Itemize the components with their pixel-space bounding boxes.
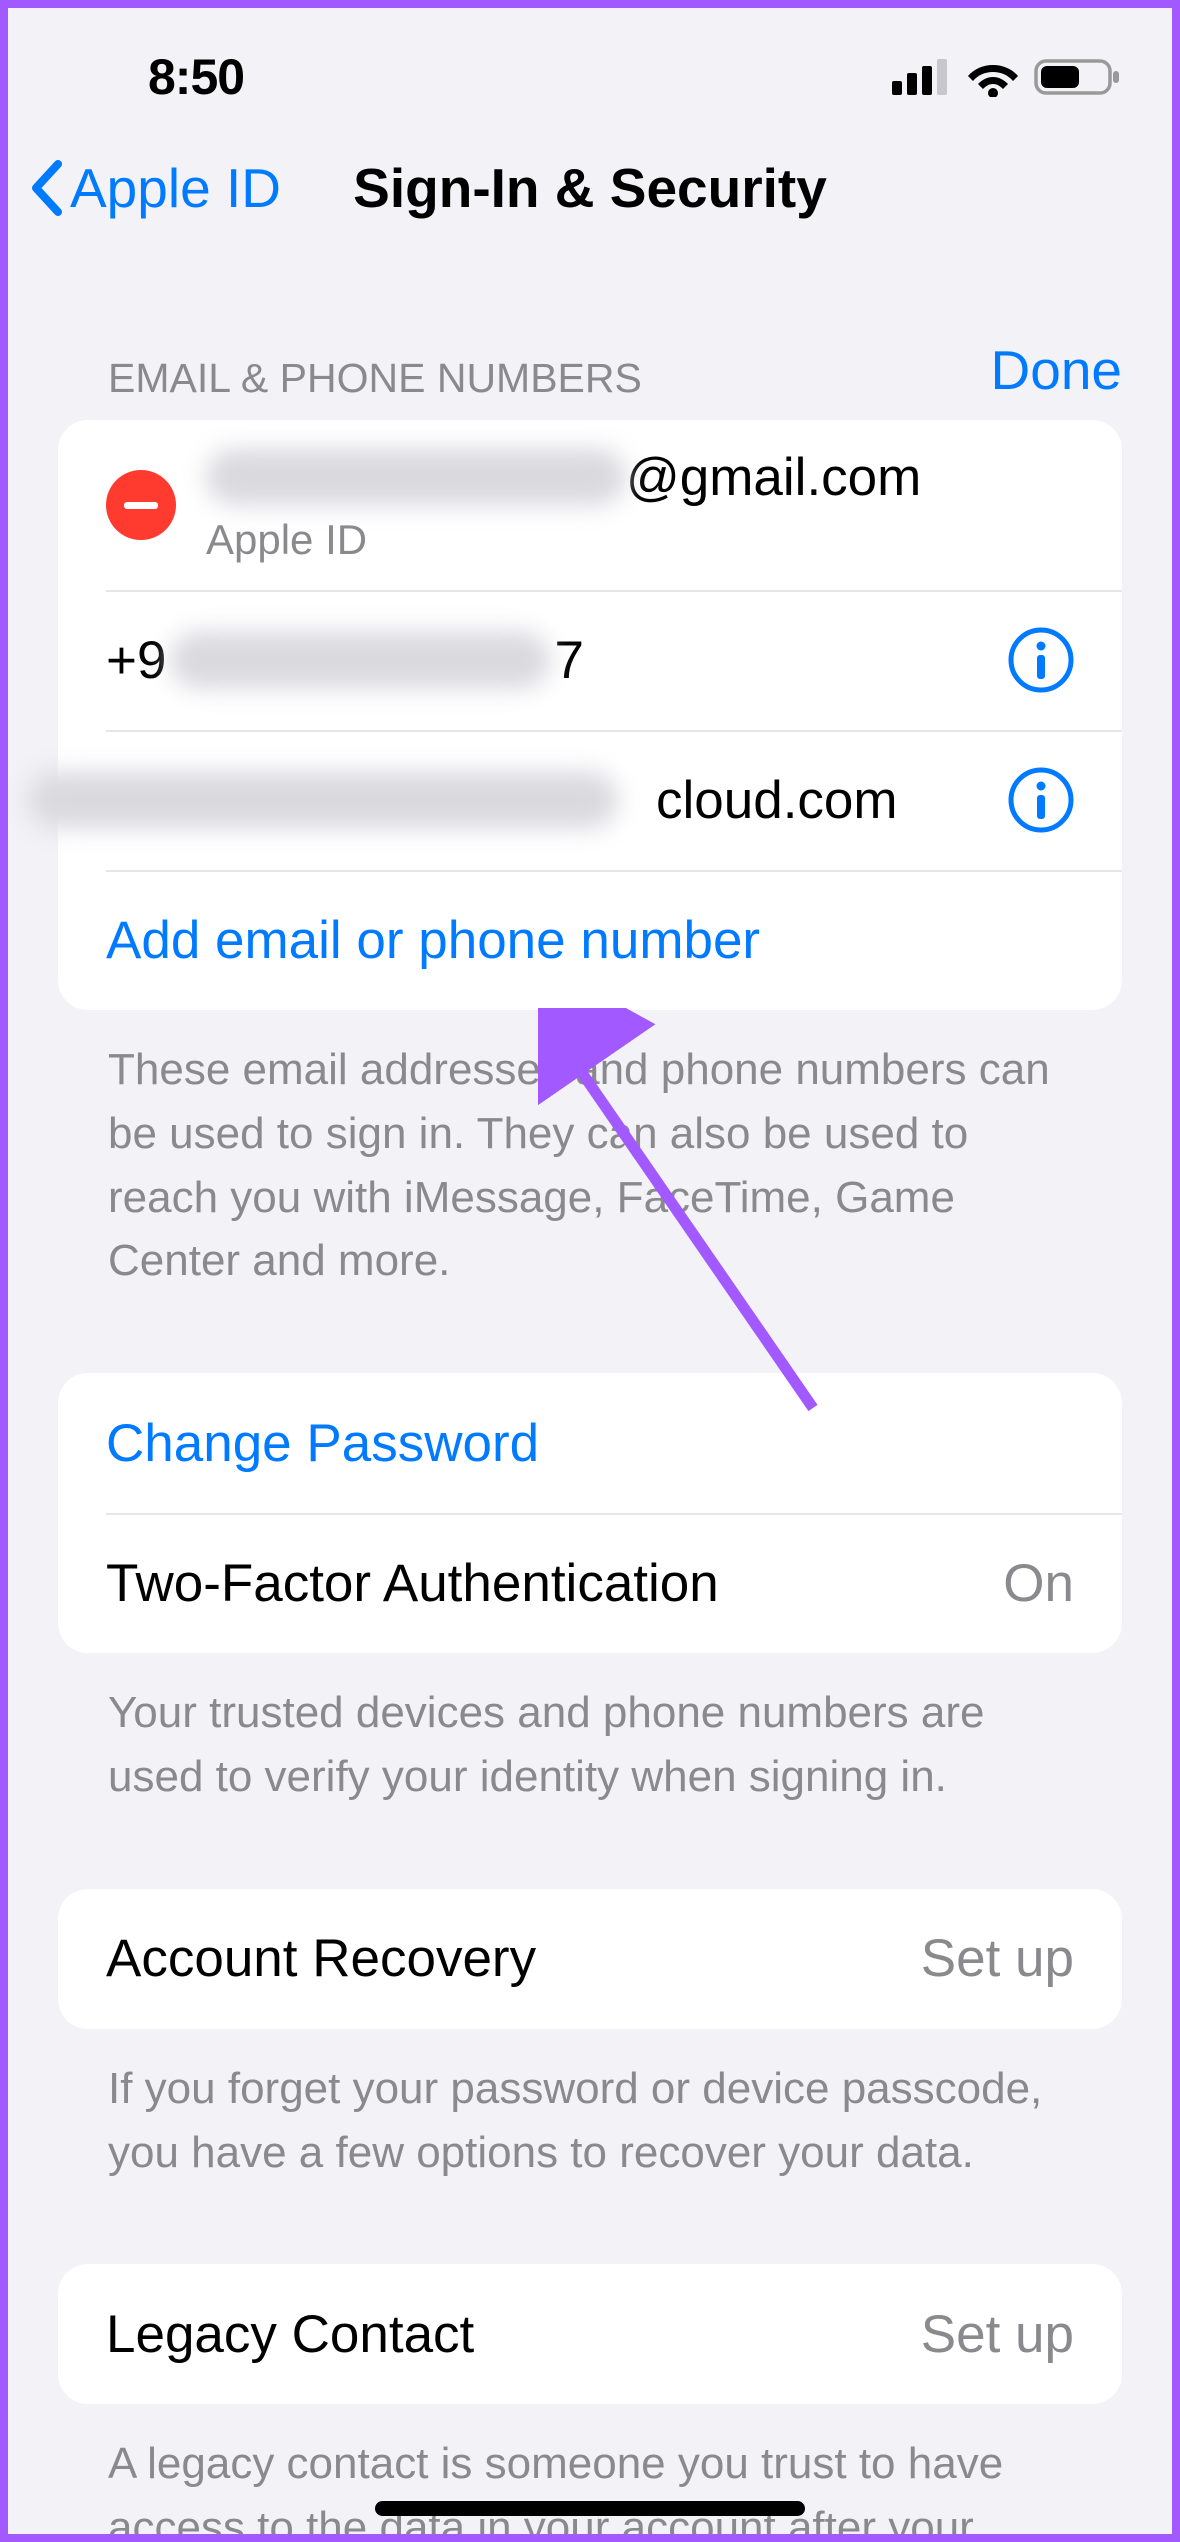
row-change-password[interactable]: Change Password (58, 1373, 1122, 1513)
nav-bar: Apple ID Sign-In & Security (8, 118, 1172, 258)
status-time: 8:50 (148, 48, 244, 106)
info-button[interactable] (1008, 767, 1074, 833)
back-label: Apple ID (70, 156, 281, 220)
redacted-text (28, 772, 618, 828)
row-add-contact[interactable]: Add email or phone number (58, 870, 1122, 1010)
account-recovery-value: Set up (921, 1928, 1074, 1989)
row-phone[interactable]: +9 7 (58, 590, 1122, 730)
group-contacts: @gmail.com Apple ID +9 7 cloud (58, 420, 1122, 1010)
back-button[interactable]: Apple ID (28, 156, 281, 220)
info-icon (1008, 627, 1074, 693)
chevron-left-icon (28, 158, 68, 218)
delete-icon[interactable] (106, 470, 176, 540)
done-button[interactable]: Done (991, 338, 1122, 402)
legacy-contact-value: Set up (921, 2304, 1074, 2365)
phone-prefix: +9 (106, 630, 166, 691)
legacy-contact-label: Legacy Contact (106, 2304, 474, 2365)
primary-email-sublabel: Apple ID (206, 516, 921, 564)
wifi-icon (966, 57, 1020, 97)
status-icons (892, 57, 1122, 97)
section-header-label: EMAIL & PHONE NUMBERS (108, 355, 642, 402)
add-contact-label: Add email or phone number (106, 910, 760, 971)
group-legacy: Legacy Contact Set up (58, 2264, 1122, 2404)
redacted-text (206, 449, 626, 505)
phone-suffix: 7 (554, 630, 583, 691)
change-password-label: Change Password (106, 1413, 539, 1474)
account-recovery-label: Account Recovery (106, 1928, 536, 1989)
section-header-contacts: EMAIL & PHONE NUMBERS Done (8, 258, 1172, 420)
primary-email-suffix: @gmail.com (626, 447, 921, 508)
redacted-text (170, 632, 550, 688)
icloud-email-suffix: cloud.com (656, 770, 898, 831)
row-two-factor[interactable]: Two-Factor Authentication On (58, 1513, 1122, 1653)
home-indicator[interactable] (375, 2501, 805, 2516)
group-password: Change Password Two-Factor Authenticatio… (58, 1373, 1122, 1653)
two-factor-label: Two-Factor Authentication (106, 1553, 719, 1614)
footer-recovery: If you forget your password or device pa… (8, 2029, 1172, 2185)
cellular-icon (892, 59, 952, 95)
info-button[interactable] (1008, 627, 1074, 693)
status-bar: 8:50 (8, 8, 1172, 118)
battery-icon (1034, 57, 1122, 97)
footer-password: Your trusted devices and phone numbers a… (8, 1653, 1172, 1809)
row-icloud-email[interactable]: cloud.com (58, 730, 1122, 870)
row-legacy-contact[interactable]: Legacy Contact Set up (58, 2264, 1122, 2404)
info-icon (1008, 767, 1074, 833)
row-primary-email[interactable]: @gmail.com Apple ID (58, 420, 1122, 590)
footer-contacts: These email addresses and phone numbers … (8, 1010, 1172, 1293)
group-recovery: Account Recovery Set up (58, 1889, 1122, 2029)
two-factor-value: On (1003, 1553, 1074, 1614)
row-account-recovery[interactable]: Account Recovery Set up (58, 1889, 1122, 2029)
